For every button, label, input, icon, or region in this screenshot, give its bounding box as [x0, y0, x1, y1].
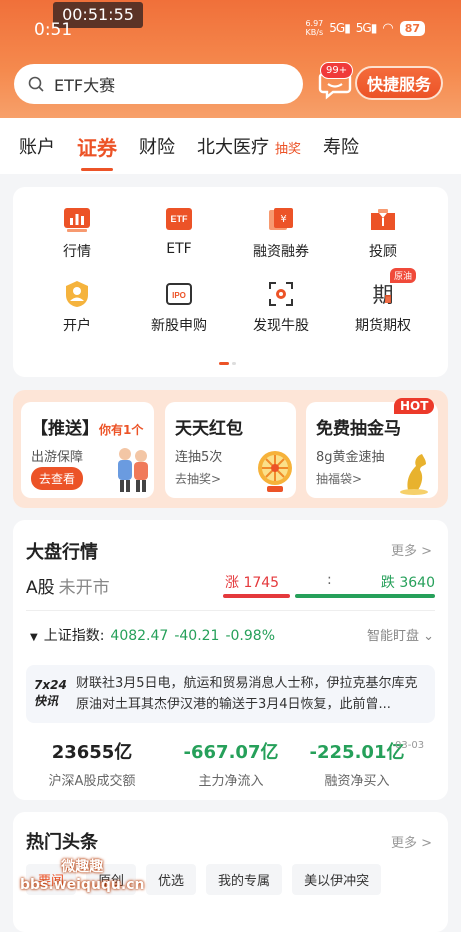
- chip-my-exclusive[interactable]: 我的专属: [206, 864, 283, 895]
- battery-icon: 87: [399, 20, 425, 36]
- hot-badge: HOT: [394, 398, 435, 414]
- search-placeholder: ETF大赛: [54, 76, 116, 95]
- stat-turnover[interactable]: 23655亿 沪深A股成交额: [27, 738, 157, 789]
- grid-item-ipo[interactable]: IPO 新股申购: [134, 279, 224, 335]
- divider: [26, 610, 435, 611]
- promo-card-push[interactable]: 【推送】你有1个 出游保障 去查看: [21, 402, 154, 498]
- stat-main-inflow[interactable]: -667.07亿 主力净流入: [166, 738, 296, 789]
- quick-service-button[interactable]: 快捷服务: [355, 66, 443, 100]
- advance-count: 涨 1745: [225, 575, 280, 591]
- promo-push-tag: 你有1个: [99, 423, 144, 437]
- promo-card-gold-horse[interactable]: 免费抽金马 8g黄金速抽 抽福袋>: [306, 402, 438, 498]
- grid-item-quotes[interactable]: 行情: [32, 205, 122, 261]
- promo-push-title: 【推送】: [31, 419, 99, 439]
- flash-news-text: 财联社3月5日电，航运和贸易消息人士称，伊拉克基尔库克原油对土耳其杰伊汉港的输送…: [76, 676, 418, 712]
- svg-text:IPO: IPO: [172, 291, 186, 300]
- decline-bar: [295, 594, 435, 598]
- hot-news-more-link[interactable]: 更多 >: [391, 832, 432, 851]
- tab-property-insurance[interactable]: 财险: [139, 133, 175, 159]
- message-badge: 99+: [320, 62, 354, 79]
- svg-text:ETF: ETF: [171, 214, 189, 224]
- market-more-link[interactable]: 更多 >: [391, 540, 432, 559]
- tab-securities[interactable]: 证券: [77, 132, 117, 171]
- status-time: 0:51: [34, 20, 73, 40]
- view-button[interactable]: 去查看: [31, 467, 84, 490]
- ipo-icon: IPO: [164, 279, 194, 309]
- index-change: -40.21: [174, 628, 220, 644]
- flash-news-logo: 7x24 快讯: [34, 678, 67, 708]
- status-icons: 6.97 KB/s 5G▮ 5G▮ ◠ 87: [305, 19, 425, 37]
- travel-people-icon: [118, 448, 148, 492]
- hot-news-title: 热门头条: [26, 832, 98, 853]
- market-section: 大盘行情 更多 > A股 未开市 涨 1745 : 跌 3640 ▼ 上证指数: 40…: [13, 520, 448, 800]
- promo-section: 【推送】你有1个 出游保障 去查看 天天红包 连抽5次 去抽奖> 免费抽金马 8…: [13, 390, 448, 508]
- lottery-tag: 抽奖: [275, 142, 302, 157]
- ratio-colon: :: [327, 572, 332, 588]
- promo-card-red-packet[interactable]: 天天红包 连抽5次 去抽奖>: [165, 402, 296, 498]
- promo-red-link[interactable]: 去抽奖>: [175, 470, 221, 487]
- yen-doc-icon: ¥: [266, 205, 296, 235]
- bar-chart-icon: [62, 205, 92, 235]
- tab-medical[interactable]: 北大医疗 抽奖: [197, 133, 301, 159]
- page-indicator: [219, 362, 236, 365]
- tab-account[interactable]: 账户: [19, 133, 55, 159]
- promo-push-sub: 出游保障: [31, 450, 84, 465]
- svg-text:¥: ¥: [280, 214, 286, 225]
- wifi-icon: ◠: [382, 20, 394, 36]
- index-row[interactable]: ▼ 上证指数: 4082.47 -40.21 -0.98%: [30, 625, 275, 645]
- top-tabs: 账户 证券 财险 北大医疗 抽奖 寿险: [0, 118, 461, 174]
- grid-item-margin[interactable]: ¥ 融资融券: [236, 205, 326, 261]
- top-header: 00:51:55 0:51 6.97 KB/s 5G▮ 5G▮ ◠ 87 ETF大…: [0, 0, 461, 118]
- collapse-triangle-icon: ▼: [30, 632, 38, 643]
- prize-wheel-icon: [258, 451, 292, 492]
- grid-item-open-account[interactable]: 开户: [32, 279, 122, 335]
- smart-watch-button[interactable]: 智能盯盘 ⌄: [367, 625, 434, 644]
- market-title: 大盘行情: [26, 542, 98, 563]
- grid-item-advisor[interactable]: 投顾: [338, 205, 428, 261]
- decline-count: 跌 3640: [380, 575, 435, 591]
- signal-icon: 5G▮: [355, 21, 378, 35]
- etf-icon: ETF: [164, 205, 194, 235]
- crude-oil-badge: 原油: [390, 268, 417, 283]
- a-share-status: A股 未开市: [26, 578, 110, 598]
- gold-horse-icon: [400, 454, 428, 495]
- search-icon: [28, 76, 44, 92]
- promo-gold-link[interactable]: 抽福袋>: [316, 470, 362, 487]
- grid-item-discover[interactable]: 发现牛股: [236, 279, 326, 335]
- index-value: 4082.47: [110, 628, 169, 644]
- grid-item-etf[interactable]: ETF ETF: [134, 205, 224, 257]
- promo-gold-sub: 8g黄金速抽: [316, 450, 385, 465]
- chip-conflict[interactable]: 美以伊冲突: [292, 864, 382, 895]
- watermark: 微趣趣 bbs.weiququ.cn: [20, 859, 145, 893]
- chevron-down-icon: ⌄: [423, 629, 434, 644]
- search-input[interactable]: ETF大赛: [14, 64, 303, 104]
- promo-red-sub: 连抽5次: [175, 450, 223, 465]
- advance-decline-bar: 涨 1745 : 跌 3640: [223, 572, 435, 598]
- index-name: 上证指数:: [43, 628, 105, 644]
- advance-bar: [223, 594, 290, 598]
- tab-life-insurance[interactable]: 寿险: [323, 133, 359, 159]
- scan-icon: [266, 279, 296, 309]
- index-percent: -0.98%: [225, 628, 275, 644]
- grid-item-futures[interactable]: 期 期货期权: [338, 279, 428, 335]
- user-icon: [62, 279, 92, 309]
- signal-icon: 5G▮: [329, 21, 351, 35]
- promo-red-title: 天天红包: [175, 419, 243, 439]
- flash-news[interactable]: 7x24 快讯 财联社3月5日电，航运和贸易消息人士称，伊拉克基尔库克原油对土耳其…: [26, 665, 435, 723]
- chip-selected[interactable]: 优选: [146, 864, 197, 895]
- function-grid: 行情 ETF ETF ¥ 融资融券 投顾 开户 IPO 新股申购 发现牛股 期 …: [13, 187, 448, 377]
- futures-icon: 期: [368, 279, 398, 309]
- net-speed: 6.97 KB/s: [305, 19, 324, 37]
- advisor-icon: [368, 205, 398, 235]
- stats-date: 03-03: [395, 740, 425, 751]
- promo-gold-title: 免费抽金马: [316, 419, 401, 439]
